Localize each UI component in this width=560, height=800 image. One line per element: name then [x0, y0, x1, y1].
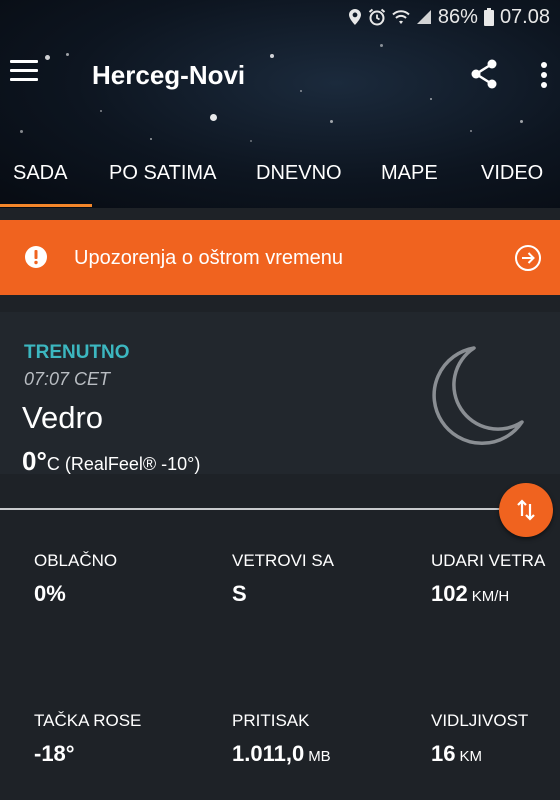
- share-icon: [471, 59, 497, 89]
- detail-wind-direction: VETROVI SA S: [232, 551, 334, 607]
- alert-text: Upozorenja o oštrom vremenu: [74, 247, 344, 269]
- battery-percent: 86%: [437, 5, 478, 28]
- status-bar: 86% 07.08: [0, 0, 560, 34]
- realfeel-text: (RealFeel® -10°): [64, 454, 201, 474]
- clock: 07.08: [499, 5, 550, 28]
- swap-units-button[interactable]: [499, 483, 553, 537]
- detail-pressure: PRITISAK 1.011,0 MB: [232, 711, 331, 767]
- weather-condition: Vedro: [22, 400, 104, 435]
- detail-unit: KM/H: [471, 588, 510, 605]
- section-divider: [0, 508, 520, 510]
- detail-visibility: VIDLJIVOST 16 KM: [431, 711, 528, 767]
- more-vert-icon: [541, 62, 547, 88]
- warning-icon: [25, 246, 47, 268]
- moon-icon: [432, 346, 524, 446]
- detail-value: 102 KM/H: [431, 581, 510, 606]
- detail-unit: MB: [308, 748, 331, 765]
- current-label: TRENUTNO: [24, 342, 130, 363]
- detail-label: UDARI VETRA: [431, 551, 546, 570]
- active-tab-indicator: [0, 204, 92, 207]
- detail-label: VETROVI SA: [232, 551, 335, 570]
- tab-bar: SADA PO SATIMA DNEVNO MAPE VIDEO: [0, 150, 560, 208]
- detail-value: 0%: [34, 581, 66, 606]
- detail-wind-gusts: UDARI VETRA 102 KM/H: [431, 551, 545, 607]
- detail-label: TAČKA ROSE: [34, 711, 142, 730]
- detail-label: VIDLJIVOST: [431, 711, 529, 730]
- temperature-value: 0°: [22, 446, 47, 476]
- tab-dnevno[interactable]: DNEVNO: [256, 150, 342, 208]
- detail-value: 16 KM: [431, 741, 482, 766]
- signal-icon: [416, 9, 432, 25]
- detail-value: -18°: [34, 741, 75, 766]
- temperature-unit: C: [46, 454, 60, 474]
- alarm-icon: [368, 8, 386, 26]
- swap-vertical-icon: [517, 499, 535, 521]
- observation-time: 07:07 CET: [24, 369, 111, 389]
- detail-value: S: [232, 581, 247, 606]
- menu-button[interactable]: [10, 60, 38, 86]
- detail-label: PRITISAK: [232, 711, 310, 730]
- tab-sada[interactable]: SADA: [13, 150, 67, 208]
- tab-mape[interactable]: MAPE: [381, 150, 438, 208]
- temperature-row: 0°C (RealFeel® -10°): [22, 446, 200, 477]
- tab-video[interactable]: VIDEO: [481, 150, 543, 208]
- detail-unit: KM: [459, 748, 482, 765]
- wifi-icon: [392, 9, 410, 25]
- share-button[interactable]: [468, 58, 500, 90]
- severe-weather-alert-banner[interactable]: Upozorenja o oštrom vremenu: [0, 220, 560, 295]
- detail-value: 1.011,0 MB: [232, 741, 331, 766]
- battery-icon: [483, 8, 494, 26]
- more-options-button[interactable]: [532, 60, 556, 90]
- app-bar: Herceg-Novi: [0, 44, 560, 104]
- detail-label: OBLAČNO: [34, 551, 118, 570]
- current-conditions-card: TRENUTNO 07:07 CET Vedro 0°C (RealFeel® …: [0, 312, 560, 477]
- tab-po-satima[interactable]: PO SATIMA: [109, 150, 216, 208]
- page-title: Herceg-Novi: [92, 60, 246, 90]
- detail-cloud-cover: OBLAČNO 0%: [34, 551, 117, 607]
- location-icon: [348, 8, 362, 26]
- menu-icon: [10, 60, 38, 63]
- arrow-right-circle-icon: [515, 245, 541, 271]
- detail-dew-point: TAČKA ROSE -18°: [34, 711, 141, 767]
